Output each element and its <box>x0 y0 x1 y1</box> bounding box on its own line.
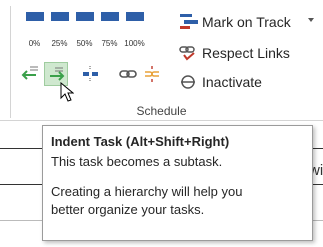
unlink-tasks-button[interactable] <box>140 62 164 86</box>
link-tasks-button[interactable] <box>116 62 140 86</box>
mark-on-track-button[interactable]: Mark on Track <box>178 11 291 33</box>
percent-50-icon <box>76 12 94 21</box>
mark-on-track-dropdown-icon[interactable] <box>308 18 314 22</box>
percent-0-button[interactable]: 0% <box>22 10 47 48</box>
percent-0-icon <box>26 12 44 21</box>
mark-on-track-icon <box>178 12 200 32</box>
split-task-button[interactable] <box>78 62 102 86</box>
ribbon-schedule-group: 0% 25% 50% 75% 100% Mark on Track Respec… <box>0 0 323 121</box>
mouse-pointer-icon <box>60 82 74 102</box>
inactivate-button[interactable]: Inactivate <box>178 71 262 93</box>
percent-75-icon <box>101 12 119 21</box>
mark-on-track-label: Mark on Track <box>202 14 291 30</box>
chain-link-icon <box>119 70 137 78</box>
tooltip-detail-line: better organize your tasks. <box>51 202 205 217</box>
respect-links-button[interactable]: Respect Links <box>178 42 290 64</box>
tooltip-title: Indent Task (Alt+Shift+Right) <box>51 134 230 149</box>
percent-75-button[interactable]: 75% <box>97 10 122 48</box>
percent-50-button[interactable]: 50% <box>72 10 97 48</box>
outdent-task-button[interactable] <box>18 62 42 86</box>
respect-links-icon <box>178 43 200 63</box>
percent-25-label: 25% <box>51 39 68 48</box>
group-separator <box>10 6 11 118</box>
percent-75-label: 75% <box>101 39 118 48</box>
indent-task-tooltip: Indent Task (Alt+Shift+Right) This task … <box>42 125 313 241</box>
schedule-group-label: Schedule <box>136 104 187 118</box>
split-task-icon <box>83 66 98 82</box>
percent-0-label: 0% <box>28 39 41 48</box>
percent-100-icon <box>126 12 144 21</box>
percent-25-button[interactable]: 25% <box>47 10 72 48</box>
tooltip-description: This task becomes a subtask. <box>51 154 223 169</box>
outdent-arrow-icon <box>21 66 38 80</box>
percent-100-button[interactable]: 100% <box>122 10 147 48</box>
broken-link-icon <box>145 66 159 82</box>
percent-100-label: 100% <box>124 39 145 48</box>
tooltip-detail-line: Creating a hierarchy will help you <box>51 184 243 199</box>
inactivate-icon <box>178 72 200 92</box>
percent-50-label: 50% <box>76 39 93 48</box>
percent-25-icon <box>51 12 69 21</box>
respect-links-label: Respect Links <box>202 45 290 61</box>
inactivate-label: Inactivate <box>202 74 262 90</box>
